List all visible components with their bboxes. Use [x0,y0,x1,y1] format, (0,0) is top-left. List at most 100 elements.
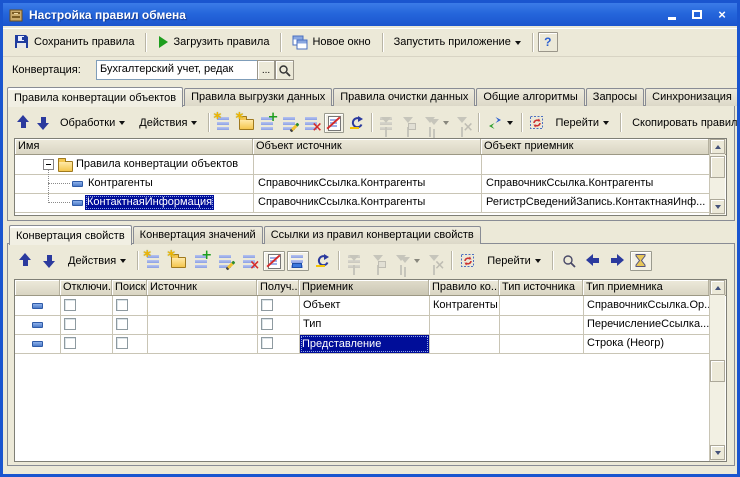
filter-clear-button[interactable]: × [453,113,473,133]
column-header-target[interactable]: Объект приемник [481,139,709,154]
disabled-checkbox[interactable] [64,337,76,349]
cell-target-type[interactable]: Строка (Неогр) [585,337,711,349]
scroll-up-button[interactable] [710,139,725,154]
save-rules-button[interactable]: Сохранить правила [8,32,140,52]
cell-rule[interactable]: Контрагенты [431,299,501,311]
conversion-input[interactable]: Бухгалтерский учет, редак [96,60,258,80]
add-child-button[interactable]: + [191,251,213,271]
props-grid-vscroll[interactable] [709,280,725,461]
add-group-button[interactable]: * [167,251,189,271]
show-crossed-toggle[interactable] [324,113,344,133]
move-down-button[interactable] [34,113,52,133]
column-header-target-type[interactable]: Тип приемника [583,280,709,295]
cell-source[interactable]: СправочникСсылка.Контрагенты [256,196,482,208]
scroll-up-button[interactable] [710,280,725,295]
column-header-search[interactable]: Поиск [112,280,147,295]
processing-dropdown[interactable]: Обработки [54,113,131,133]
column-header-receiver[interactable]: Приемник [299,280,429,295]
new-window-button[interactable]: Новое окно [286,32,376,52]
cell-receiver-selected[interactable]: Представление [300,335,429,353]
tab-queries[interactable]: Запросы [586,88,644,106]
cell-receiver[interactable]: Объект [301,299,431,311]
tab-common-algorithms[interactable]: Общие алгоритмы [476,88,584,106]
tree-item-label[interactable]: Контрагенты [86,177,250,189]
load-rules-button[interactable]: Загрузить правила [151,32,275,52]
undo-button[interactable] [346,113,366,133]
cell-target[interactable]: СправочникСсылка.Контрагенты [484,177,710,189]
edit-button[interactable] [280,113,300,133]
filter-sort-button[interactable] [377,113,397,133]
tab-object-conversion-rules[interactable]: Правила конвертации объектов [7,87,183,107]
rules-grid-vscroll[interactable] [709,139,725,215]
scroll-thumb[interactable] [710,156,725,178]
filter-history-button[interactable] [421,113,451,133]
exchange-dropdown[interactable] [484,113,516,133]
goto-dropdown[interactable]: Перейти [549,113,615,133]
receive-checkbox[interactable] [261,299,273,311]
column-header-source[interactable]: Объект источник [253,139,481,154]
disabled-checkbox[interactable] [64,318,76,330]
flat-list-toggle[interactable] [287,251,309,271]
help-button[interactable]: ? [538,32,558,52]
column-header-source-type[interactable]: Тип источника [499,280,583,295]
receive-checkbox[interactable] [261,337,273,349]
cell-target-type[interactable]: СправочникСсылка.Ор... [585,299,711,311]
actions-dropdown[interactable]: Действия [133,113,203,133]
wait-toggle[interactable] [630,251,652,271]
add-group-button[interactable]: * [236,113,256,133]
tab-data-export-rules[interactable]: Правила выгрузки данных [184,88,332,106]
refresh-button[interactable] [457,251,479,271]
copy-rule-button[interactable]: Скопировать правило [626,113,740,133]
delete-button[interactable]: × [239,251,261,271]
tree-group-label[interactable]: Правила конвертации объектов [74,158,253,170]
title-bar[interactable]: Настройка правил обмена × [3,3,737,26]
minimize-button[interactable] [662,7,682,23]
scroll-down-button[interactable] [710,199,725,214]
filter-sort-button[interactable] [344,251,366,271]
delete-button[interactable]: × [302,113,322,133]
cell-target[interactable]: РегистрСведенийЗапись.КонтактнаяИнф... [484,196,710,208]
show-crossed-toggle[interactable] [263,251,285,271]
search-checkbox[interactable] [116,318,128,330]
cell-receiver[interactable]: Тип [301,318,431,330]
actions-dropdown[interactable]: Действия [62,251,132,271]
close-button[interactable]: × [712,7,732,23]
filter-history-button[interactable] [392,251,422,271]
scroll-thumb[interactable] [710,360,725,382]
edit-button[interactable] [215,251,237,271]
add-child-button[interactable]: + [258,113,278,133]
search-checkbox[interactable] [116,299,128,311]
column-header-name[interactable]: Имя [15,139,253,154]
tree-item-label-selected[interactable]: КонтактнаяИнформация [85,195,214,210]
column-header-marker[interactable] [15,280,60,295]
maximize-button[interactable] [687,7,707,23]
column-header-receive[interactable]: Получ... [257,280,299,295]
search-button[interactable] [558,251,580,271]
add-button[interactable]: * [214,113,234,133]
filter-clear-button[interactable]: × [424,251,446,271]
column-header-source[interactable]: Источник [147,280,257,295]
add-button[interactable]: * [143,251,165,271]
undo-button[interactable] [311,251,333,271]
move-up-button[interactable] [14,251,36,271]
back-button[interactable] [582,251,604,271]
refresh-button[interactable] [527,113,547,133]
goto-dropdown[interactable]: Перейти [481,251,547,271]
tab-links-from-property-rules[interactable]: Ссылки из правил конвертации свойств [264,226,481,244]
cell-target-type[interactable]: ПеречислениеСсылка.... [585,318,711,330]
filter-by-value-button[interactable] [399,113,419,133]
disabled-checkbox[interactable] [64,299,76,311]
forward-button[interactable] [606,251,628,271]
column-header-disabled[interactable]: Отключи... [60,280,112,295]
scroll-down-button[interactable] [710,445,725,460]
run-application-button[interactable]: Запустить приложение [388,32,527,52]
tab-value-conversion[interactable]: Конвертация значений [133,226,263,244]
conversion-more-button[interactable]: ... [257,60,275,80]
tab-data-clearing-rules[interactable]: Правила очистки данных [333,88,475,106]
conversion-search-button[interactable] [275,60,294,80]
tab-synchronization[interactable]: Синхронизация [645,88,739,106]
cell-source[interactable]: СправочникСсылка.Контрагенты [256,177,482,189]
move-down-button[interactable] [38,251,60,271]
column-header-rule[interactable]: Правило ко... [429,280,499,295]
tab-property-conversion[interactable]: Конвертация свойств [9,225,132,245]
